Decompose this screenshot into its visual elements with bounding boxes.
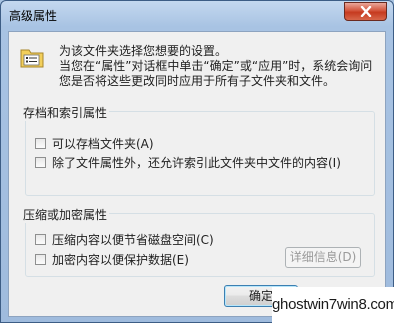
advanced-attributes-dialog: 高级属性 为该文件夹选择您想要的设置。 当您在“属性”对话框中单击“确定”或“应… (0, 0, 394, 323)
dialog-body: 为该文件夹选择您想要的设置。 当您在“属性”对话框中单击“确定”或“应用”时，系… (8, 31, 386, 317)
folder-properties-icon (20, 49, 44, 68)
encrypt-checkbox-label: 加密内容以便保护数据(E) (52, 253, 189, 267)
archive-checkbox-label: 可以存档文件夹(A) (52, 137, 154, 151)
archive-group-title: 存档和索引属性 (21, 104, 110, 121)
compress-checkbox-label: 压缩内容以便节省磁盘空间(C) (52, 233, 214, 247)
compress-checkbox[interactable] (35, 234, 46, 245)
close-icon (360, 6, 371, 17)
details-button[interactable]: 详细信息(D) (285, 247, 361, 268)
index-checkbox[interactable] (35, 157, 46, 168)
archive-checkbox-row[interactable]: 可以存档文件夹(A) (35, 135, 154, 152)
compress-group-title: 压缩或加密属性 (21, 206, 110, 223)
archive-checkbox[interactable] (35, 138, 46, 149)
title-bar[interactable]: 高级属性 (1, 1, 393, 29)
description-line-2: 当您在“属性”对话框中单击“确定”或“应用”时，系统会询问您是否将这些更改同时应… (59, 59, 373, 88)
index-checkbox-row[interactable]: 除了文件属性外，还允许索引此文件夹中文件的内容(I) (35, 154, 341, 171)
index-checkbox-label: 除了文件属性外，还允许索引此文件夹中文件的内容(I) (52, 156, 341, 170)
description-line-1: 为该文件夹选择您想要的设置。 (59, 44, 228, 58)
close-button[interactable] (344, 2, 387, 21)
window-title: 高级属性 (9, 9, 58, 23)
compress-checkbox-row[interactable]: 压缩内容以便节省磁盘空间(C) (35, 231, 214, 248)
site-watermark: ghostwin7win8.com (272, 287, 394, 323)
encrypt-checkbox-row[interactable]: 加密内容以便保护数据(E) (35, 251, 189, 268)
encrypt-checkbox[interactable] (35, 254, 46, 265)
